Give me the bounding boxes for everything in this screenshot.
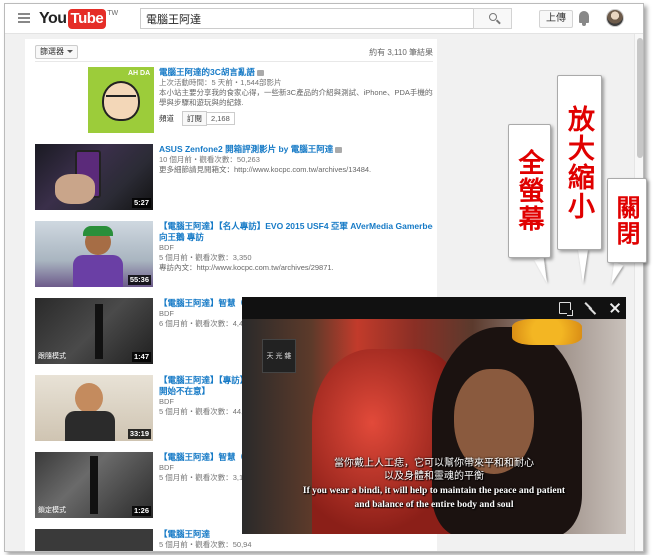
mini-player-controls bbox=[242, 297, 626, 319]
video-frame[interactable]: 天 光 雜 當你戴上人工痣，它可以幫你帶來平和和耐心 以及身體和靈魂的平衡 If… bbox=[242, 319, 626, 534]
upload-button[interactable]: 上傳 bbox=[539, 10, 573, 28]
search-input[interactable] bbox=[140, 8, 474, 29]
video-result: 5:27 ASUS Zenfone2 開箱評測影片 by 電腦王阿達 10 個月… bbox=[35, 144, 433, 214]
video-thumbnail[interactable] bbox=[35, 529, 153, 551]
page-scrollbar[interactable] bbox=[634, 34, 643, 551]
thumbnail-caption: 跟隨模式 bbox=[38, 352, 66, 360]
hamburger-menu-icon[interactable] bbox=[18, 13, 30, 23]
subtitle-en-line-1: If you wear a bindi, it will help to mai… bbox=[302, 486, 566, 496]
video-title-line-2[interactable]: 向王鵝 專訪 bbox=[159, 232, 433, 243]
video-duration: 33:19 bbox=[127, 429, 151, 439]
filter-button[interactable]: 篩選器 bbox=[35, 45, 78, 59]
shirt-image bbox=[65, 411, 115, 441]
video-result: 55:36 【電腦王阿達】【名人專訪】EVO 2015 USF4 亞軍 AVer… bbox=[35, 221, 433, 291]
channel-description-line-1: 本小站主要分享我的食家心得，一些新3C產品的介紹與測試、iPhone、PDA手機… bbox=[159, 88, 433, 97]
glasses-graphic bbox=[106, 95, 136, 103]
channel-tab-link[interactable]: 頻道 bbox=[159, 113, 174, 124]
search-button[interactable] bbox=[473, 8, 512, 29]
search-icon bbox=[489, 13, 497, 21]
video-info: 【電腦王阿達】【名人專訪】EVO 2015 USF4 亞軍 AVerMedia … bbox=[159, 221, 433, 273]
person-head-image bbox=[75, 383, 103, 413]
account-avatar[interactable] bbox=[606, 9, 624, 27]
filter-label: 篩選器 bbox=[40, 47, 64, 56]
video-duration: 55:36 bbox=[127, 275, 151, 285]
video-info: ASUS Zenfone2 開箱評測影片 by 電腦王阿達 10 個月前・觀看次… bbox=[159, 144, 433, 175]
video-title[interactable]: 【電腦王阿達】【名人專訪】EVO 2015 USF4 亞軍 AVerMedia … bbox=[159, 221, 433, 232]
shirt-image bbox=[73, 255, 123, 287]
video-thumbnail[interactable]: 33:19 bbox=[35, 375, 153, 441]
callout-fullscreen: 全螢幕 bbox=[508, 124, 551, 258]
notification-bell-icon[interactable] bbox=[579, 11, 589, 26]
video-channel[interactable]: BDF bbox=[159, 243, 433, 253]
subtitle-zh-line-1: 當你戴上人工痣，它可以幫你帶來平和和耐心 bbox=[334, 458, 534, 469]
channel-result: AH DA 電腦王阿達的3C胡言亂語 上次活動時間：5 天前・1,544部影片 … bbox=[35, 67, 433, 137]
channel-watermark: 天 光 雜 bbox=[262, 339, 296, 373]
logo-you-text: You bbox=[39, 10, 67, 27]
video-duration: 1:26 bbox=[131, 506, 151, 516]
flower-garland-image bbox=[512, 319, 582, 345]
close-icon[interactable] bbox=[609, 302, 621, 314]
cap-image bbox=[83, 226, 113, 236]
video-thumbnail[interactable]: 5:27 bbox=[35, 144, 153, 210]
subtitle-zh-line-2: 以及身體和靈魂的平衡 bbox=[384, 471, 484, 482]
video-meta: 5 個月前・觀看次數：50,94 bbox=[159, 540, 252, 549]
channel-title[interactable]: 電腦王阿達的3C胡言亂語 bbox=[159, 67, 433, 78]
video-thumbnail[interactable]: 55:36 bbox=[35, 221, 153, 287]
gimbal-image bbox=[90, 456, 98, 514]
top-bar: You Tube TW 上傳 bbox=[5, 4, 643, 34]
channel-title-text: 電腦王阿達的3C胡言亂語 bbox=[159, 67, 255, 77]
video-thumbnail[interactable]: 跟隨模式 1:47 bbox=[35, 298, 153, 364]
logo-region-text: TW bbox=[107, 10, 119, 17]
channel-actions: 頻道 訂閱 2,168 bbox=[159, 111, 433, 126]
hand-image bbox=[55, 174, 95, 204]
subscriber-count: 2,168 bbox=[207, 112, 235, 125]
channel-description-line-2: 學與步驟和遊玩與的紀錄. bbox=[159, 98, 244, 107]
video-title-text: ASUS Zenfone2 開箱評測影片 by 電腦王阿達 bbox=[159, 144, 334, 154]
channel-info: 電腦王阿達的3C胡言亂語 上次活動時間：5 天前・1,544部影片 本小站主要分… bbox=[159, 67, 433, 126]
resize-icon[interactable] bbox=[584, 302, 596, 314]
video-description: 專訪內文：http://www.kocpc.com.tw/archives/29… bbox=[159, 263, 334, 272]
channel-thumb-text: AH DA bbox=[128, 70, 151, 77]
divider bbox=[35, 61, 433, 62]
video-description: 更多細節請見閱箱文：http://www.kocpc.com.tw/archiv… bbox=[159, 165, 372, 174]
verified-icon bbox=[335, 146, 343, 153]
thumbnail-caption: 鎖定模式 bbox=[38, 506, 66, 514]
subtitle-en-line-2: and balance of the entire body and soul bbox=[354, 500, 514, 510]
video-meta: 10 個月前・觀看次數：50,263 bbox=[159, 155, 260, 164]
video-thumbnail[interactable]: 鎖定模式 1:26 bbox=[35, 452, 153, 518]
logo-tube-text: Tube bbox=[67, 9, 107, 29]
subscribe-button[interactable]: 訂閱 bbox=[182, 111, 207, 126]
video-title[interactable]: ASUS Zenfone2 開箱評測影片 by 電腦王阿達 bbox=[159, 144, 433, 155]
verified-icon bbox=[256, 69, 264, 76]
fullscreen-icon[interactable] bbox=[559, 302, 573, 316]
callout-zoom: 放大縮小 bbox=[557, 75, 602, 250]
video-meta: 5 個月前・觀看次數：3,350 bbox=[159, 253, 252, 262]
channel-meta: 上次活動時間：5 天前・1,544部影片 bbox=[159, 78, 282, 87]
youtube-logo[interactable]: You Tube TW bbox=[39, 9, 118, 29]
result-count: 約有 3,110 筆結果 bbox=[369, 48, 433, 57]
video-duration: 5:27 bbox=[131, 198, 151, 208]
callout-close: 關閉 bbox=[607, 178, 647, 263]
chevron-down-icon bbox=[67, 50, 73, 54]
gimbal-image bbox=[95, 304, 103, 359]
callout-pointer bbox=[578, 250, 588, 284]
video-duration: 1:47 bbox=[131, 352, 151, 362]
mini-player[interactable]: 天 光 雜 當你戴上人工痣，它可以幫你帶來平和和耐心 以及身體和靈魂的平衡 If… bbox=[242, 297, 626, 534]
channel-avatar-thumbnail[interactable]: AH DA bbox=[88, 67, 154, 133]
